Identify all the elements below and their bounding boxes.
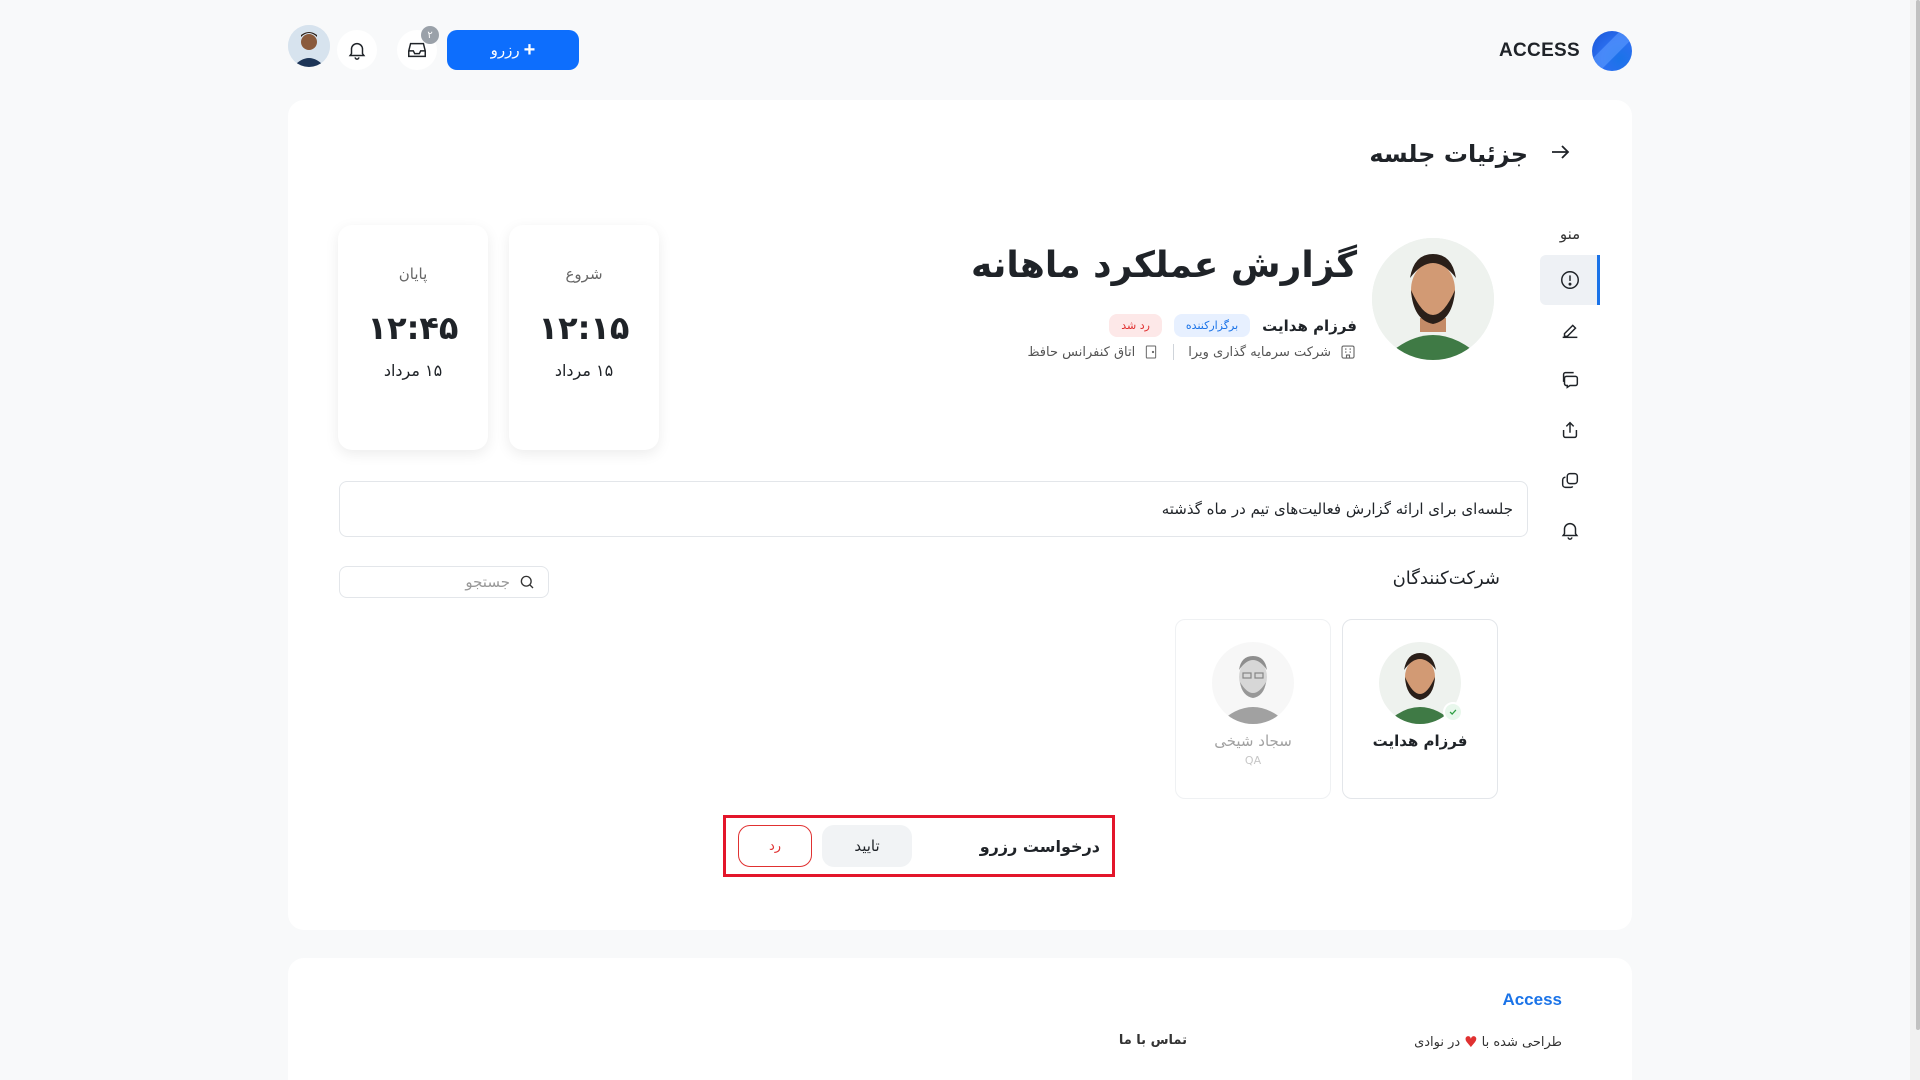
back-button[interactable] [1548, 140, 1572, 168]
footer-credit-suffix: در نوادی [1414, 1034, 1461, 1050]
side-menu-title: منو [1559, 225, 1581, 243]
start-label: شروع [565, 265, 603, 283]
side-menu: منو [1540, 225, 1600, 555]
room-name: اتاق کنفرانس حافظ [1027, 344, 1136, 360]
copy-icon [1561, 472, 1579, 489]
meta-divider [1173, 344, 1175, 360]
participant-avatar [1212, 642, 1294, 724]
page-title: جزئیات جلسه [1369, 140, 1528, 168]
door-icon [1146, 345, 1157, 359]
participant-card[interactable]: سجاد شیخی QA [1175, 619, 1331, 799]
bell-icon [1561, 522, 1579, 540]
notifications-button[interactable] [337, 30, 377, 70]
confirmed-check-icon [1443, 702, 1463, 722]
page-header: جزئیات جلسه [1369, 140, 1572, 168]
participant-avatar [1379, 642, 1463, 724]
nav-item-edit[interactable] [1540, 305, 1600, 355]
participant-name: فرزام هدایت [1372, 732, 1468, 750]
new-reservation-button[interactable]: + رزرو [447, 30, 579, 70]
inbox-count-badge: ۲ [421, 26, 439, 44]
nav-item-chat[interactable] [1540, 355, 1600, 405]
chat-icon [1562, 371, 1579, 389]
start-date: ۱۵ مرداد [554, 361, 614, 380]
reserve-label: رزرو [490, 42, 520, 59]
host-name: فرزام هدایت [1262, 316, 1357, 335]
start-time: ۱۲:۱۵ [538, 309, 630, 347]
participant-role: QA [1244, 754, 1262, 767]
participant-photo [1212, 642, 1294, 724]
reservation-request-panel: درخواست رزرو تایید رد [723, 815, 1115, 877]
approve-button[interactable]: تایید [822, 825, 912, 867]
footer-credit-prefix: طراحی شده با [1481, 1034, 1562, 1050]
nav-item-copy[interactable] [1540, 455, 1600, 505]
meeting-title: گزارش عملکرد ماهانه [971, 245, 1357, 286]
participant-search[interactable] [339, 566, 549, 598]
end-time: ۱۲:۴۵ [367, 309, 459, 347]
meeting-meta: شرکت سرمایه گذاری ویرا اتاق کنفرانس حافظ [1027, 343, 1357, 361]
request-label: درخواست رزرو [979, 836, 1100, 856]
footer-brand[interactable]: Access [1502, 990, 1562, 1010]
host-info: فرزام هدایت برگزارکننده رد شد [1109, 314, 1357, 337]
organizer-badge: برگزارکننده [1173, 314, 1251, 337]
host-photo-image [1372, 238, 1494, 360]
meeting-description: جلسه‌ای برای ارائه گزارش فعالیت‌های تیم … [339, 481, 1528, 537]
nav-item-info[interactable] [1540, 255, 1600, 305]
building-icon [1341, 345, 1355, 359]
edit-icon [1562, 324, 1578, 339]
host-photo [1372, 238, 1494, 360]
top-bar: ACCESS + رزرو ۲ [288, 25, 1632, 75]
user-avatar-image [288, 25, 330, 67]
bell-icon [348, 42, 366, 60]
app-frame: ACCESS + رزرو ۲ جزئیات جلسه منو گزارش عم… [0, 0, 1920, 1080]
participants-title: شرکت‌کنندگان [1392, 568, 1500, 589]
reject-button[interactable]: رد [738, 825, 812, 867]
info-icon [1561, 271, 1579, 289]
contact-link[interactable]: تماس با ما [1119, 1033, 1187, 1048]
heart-icon: ♥ [1464, 1033, 1478, 1051]
end-label: پایان [398, 265, 428, 283]
brand-name: ACCESS [1499, 40, 1580, 61]
arrow-right-icon [1552, 145, 1570, 159]
search-input[interactable] [360, 573, 510, 591]
end-date: ۱۵ مرداد [383, 361, 443, 380]
participant-card[interactable]: فرزام هدایت [1342, 619, 1498, 799]
logo-icon [1592, 31, 1632, 71]
user-avatar[interactable] [288, 25, 330, 67]
brand-logo[interactable]: ACCESS [1499, 31, 1632, 71]
company-name: شرکت سرمایه گذاری ویرا [1188, 344, 1331, 360]
inbox-button[interactable]: ۲ [397, 26, 439, 70]
footer-credit: طراحی شده با ♥ در نوادی [1414, 1033, 1562, 1051]
participant-name: سجاد شیخی [1214, 732, 1292, 750]
share-icon [1562, 421, 1578, 439]
meeting-details-card: جزئیات جلسه منو گزارش عملکرد ماهانه فرزا… [288, 100, 1632, 930]
end-time-card: پایان ۱۲:۴۵ ۱۵ مرداد [338, 225, 488, 450]
scrollbar-thumb[interactable] [1916, 0, 1920, 1030]
nav-item-share[interactable] [1540, 405, 1600, 455]
plus-icon: + [523, 39, 536, 61]
status-badge: رد شد [1109, 314, 1162, 337]
search-icon [520, 575, 534, 589]
footer: Access طراحی شده با ♥ در نوادی تماس با م… [288, 958, 1632, 1080]
page-scrollbar[interactable] [1910, 0, 1920, 1080]
start-time-card: شروع ۱۲:۱۵ ۱۵ مرداد [509, 225, 659, 450]
nav-item-notifications[interactable] [1540, 505, 1600, 555]
